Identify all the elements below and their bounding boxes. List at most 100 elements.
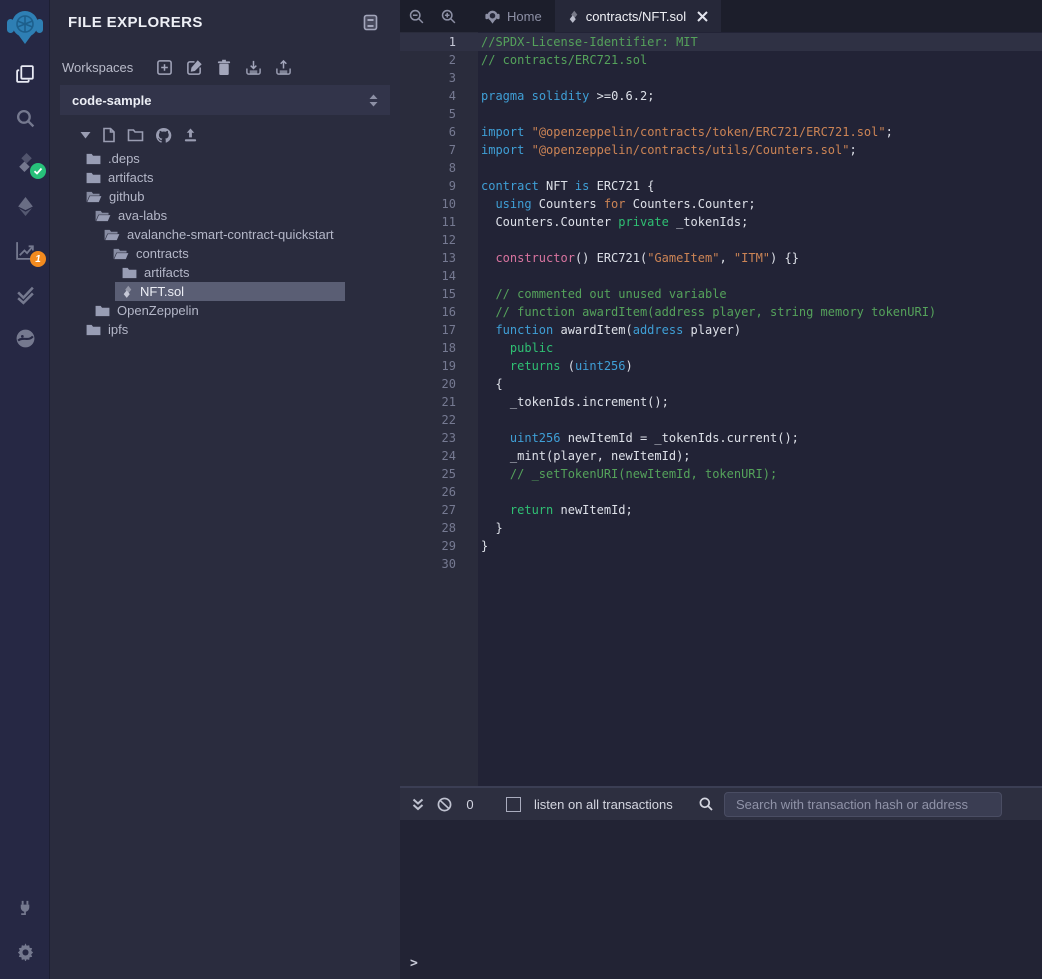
code-text [456,267,481,285]
code-editor[interactable]: 1//SPDX-License-Identifier: MIT2// contr… [400,32,1042,786]
publish-icon[interactable] [183,128,198,143]
workspace-selected-value: code-sample [72,93,151,108]
code-line-23[interactable]: 23 uint256 newItemId = _tokenIds.current… [400,429,1042,447]
delete-workspace-icon[interactable] [216,59,232,76]
line-number: 23 [400,429,456,447]
line-number: 17 [400,321,456,339]
code-line-26[interactable]: 26 [400,483,1042,501]
code-line-13[interactable]: 13 constructor() ERC721("GameItem", "ITM… [400,249,1042,267]
unit-testing-icon[interactable] [0,272,50,316]
new-file-icon[interactable] [102,127,116,143]
remix-logo[interactable] [0,0,50,52]
plugin-icon-sidebar: 1 [0,0,50,979]
github-icon[interactable] [155,127,172,144]
workspace-select[interactable]: code-sample [60,85,390,115]
transaction-search-input[interactable] [724,792,1002,817]
line-number: 30 [400,555,456,573]
tree-item-label: ipfs [108,322,128,337]
tab-contracts-nft-sol[interactable]: contracts/NFT.sol [555,0,721,32]
search-icon[interactable] [0,96,50,140]
code-line-25[interactable]: 25 // _setTokenURI(newItemId, tokenURI); [400,465,1042,483]
new-folder-icon[interactable] [127,128,144,142]
code-line-17[interactable]: 17 function awardItem(address player) [400,321,1042,339]
code-text: pragma solidity >=0.6.2; [456,87,654,105]
tree-item-label: ava-labs [118,208,167,223]
code-line-19[interactable]: 19 returns (uint256) [400,357,1042,375]
close-icon[interactable] [697,11,708,22]
tree-item-ipfs[interactable]: ipfs [86,320,400,339]
tree-item--deps[interactable]: .deps [86,149,400,168]
line-number: 13 [400,249,456,267]
line-number: 1 [400,33,456,51]
terminal-panel: 0 listen on all transactions > [400,786,1042,979]
code-line-21[interactable]: 21 _tokenIds.increment(); [400,393,1042,411]
code-line-3[interactable]: 3 [400,69,1042,87]
code-line-1[interactable]: 1//SPDX-License-Identifier: MIT [400,33,1042,51]
code-line-27[interactable]: 27 return newItemId; [400,501,1042,519]
code-text: returns (uint256) [456,357,633,375]
code-line-20[interactable]: 20 { [400,375,1042,393]
tab-home[interactable]: Home [472,0,555,32]
clear-console-icon[interactable] [437,797,452,812]
expand-terminal-icon[interactable] [412,798,424,811]
terminal-output[interactable]: > [400,820,1042,979]
statistics-icon[interactable]: 1 [0,228,50,272]
code-line-7[interactable]: 7import "@openzeppelin/contracts/utils/C… [400,141,1042,159]
tree-item-ava-labs[interactable]: ava-labs [95,206,400,225]
tree-item-contracts[interactable]: contracts [113,244,400,263]
code-line-29[interactable]: 29} [400,537,1042,555]
code-text [456,555,481,573]
restore-workspaces-icon[interactable] [275,59,292,76]
folder-open-icon [95,210,111,222]
code-line-12[interactable]: 12 [400,231,1042,249]
workspaces-label: Workspaces [62,60,133,75]
line-number: 25 [400,465,456,483]
code-line-14[interactable]: 14 [400,267,1042,285]
collapse-caret-icon[interactable] [80,131,91,139]
tree-item-openzeppelin[interactable]: OpenZeppelin [95,301,400,320]
settings-icon[interactable] [0,929,50,973]
book-icon[interactable] [363,14,378,31]
tree-item-artifacts[interactable]: artifacts [122,263,400,282]
rename-workspace-icon[interactable] [186,59,203,76]
tree-item-github[interactable]: github [86,187,400,206]
line-number: 29 [400,537,456,555]
sourcify-icon[interactable] [0,316,50,360]
listen-transactions-checkbox[interactable] [506,797,521,812]
code-line-30[interactable]: 30 [400,555,1042,573]
code-line-9[interactable]: 9contract NFT is ERC721 { [400,177,1042,195]
solidity-compiler-icon[interactable] [0,140,50,184]
code-line-24[interactable]: 24 _mint(player, newItemId); [400,447,1042,465]
create-workspace-icon[interactable] [156,59,173,76]
line-number: 15 [400,285,456,303]
terminal-toolbar: 0 listen on all transactions [400,788,1042,820]
code-line-22[interactable]: 22 [400,411,1042,429]
zoom-out-icon[interactable] [400,0,432,32]
code-line-11[interactable]: 11 Counters.Counter private _tokenIds; [400,213,1042,231]
zoom-in-icon[interactable] [432,0,464,32]
file-explorer-icon[interactable] [0,52,50,96]
line-number: 10 [400,195,456,213]
code-line-18[interactable]: 18 public [400,339,1042,357]
code-line-4[interactable]: 4pragma solidity >=0.6.2; [400,87,1042,105]
code-line-28[interactable]: 28 } [400,519,1042,537]
plugin-manager-icon[interactable] [0,885,50,929]
listen-transactions-label: listen on all transactions [534,797,673,812]
line-number: 18 [400,339,456,357]
tree-item-avalanche-smart-contract-quickstart[interactable]: avalanche-smart-contract-quickstart [104,225,400,244]
notification-count-badge: 1 [30,251,46,267]
solidity-file-icon [568,10,579,23]
tree-item-artifacts[interactable]: artifacts [86,168,400,187]
code-line-8[interactable]: 8 [400,159,1042,177]
code-line-16[interactable]: 16 // function awardItem(address player,… [400,303,1042,321]
code-line-6[interactable]: 6import "@openzeppelin/contracts/token/E… [400,123,1042,141]
line-number: 3 [400,69,456,87]
code-line-2[interactable]: 2// contracts/ERC721.sol [400,51,1042,69]
download-workspaces-icon[interactable] [245,59,262,76]
code-line-10[interactable]: 10 using Counters for Counters.Counter; [400,195,1042,213]
deploy-run-icon[interactable] [0,184,50,228]
code-line-15[interactable]: 15 // commented out unused variable [400,285,1042,303]
line-number: 12 [400,231,456,249]
code-line-5[interactable]: 5 [400,105,1042,123]
tree-item-nft-sol[interactable]: NFT.sol [115,282,345,301]
